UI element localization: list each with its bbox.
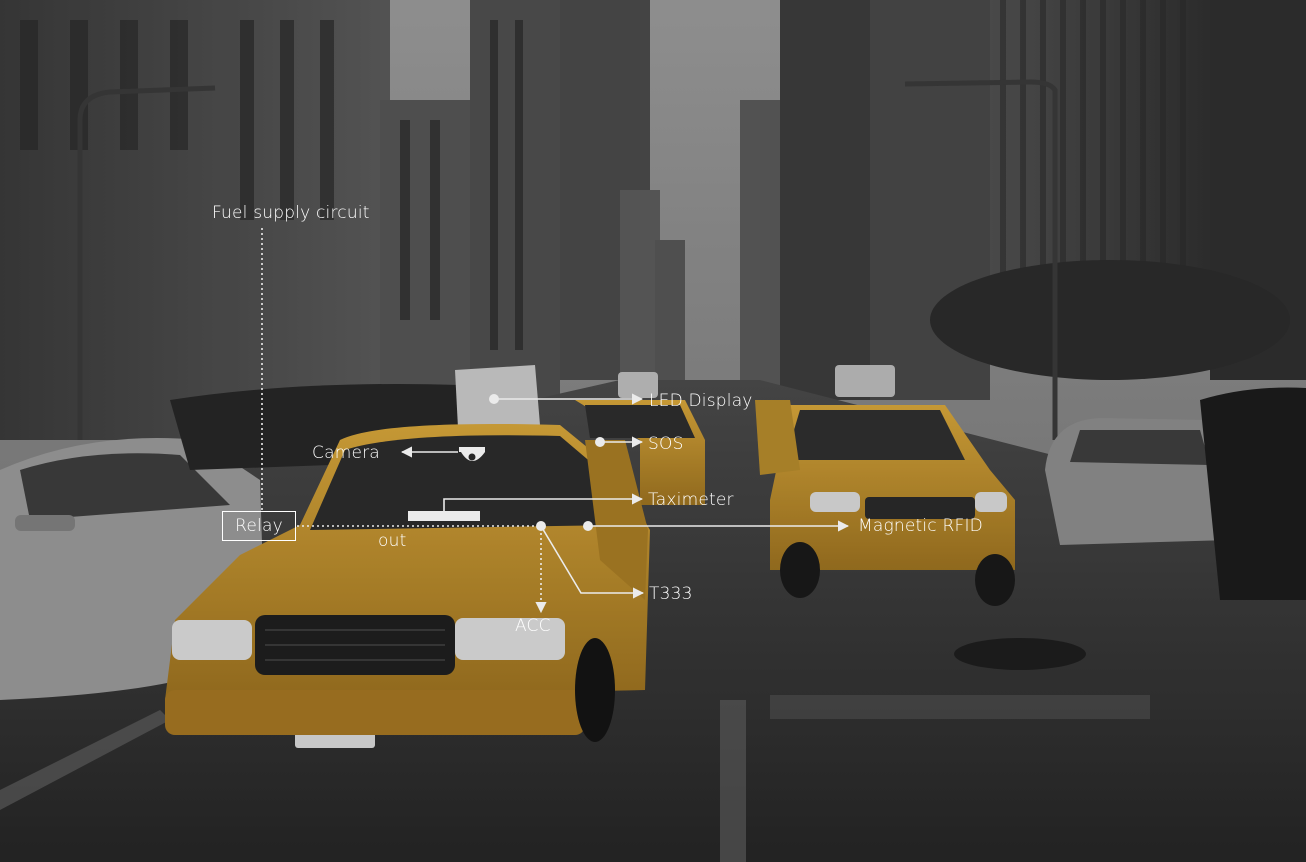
taximeter-label: Taximeter xyxy=(648,490,734,510)
acc-label: ACC xyxy=(515,616,551,636)
led-display-label: LED Display xyxy=(649,391,753,411)
camera-label: Camera xyxy=(312,443,380,463)
relay-label: Relay xyxy=(235,516,283,536)
city-taxi-scene xyxy=(0,0,1306,862)
t333-label: T333 xyxy=(649,584,693,604)
sos-label: SOS xyxy=(648,434,684,454)
relay-box: Relay xyxy=(222,511,296,541)
out-label: out xyxy=(378,531,407,551)
fuel-supply-circuit-label: Fuel supply circuit xyxy=(212,203,370,223)
magnetic-rfid-label: Magnetic RFID xyxy=(858,516,983,536)
